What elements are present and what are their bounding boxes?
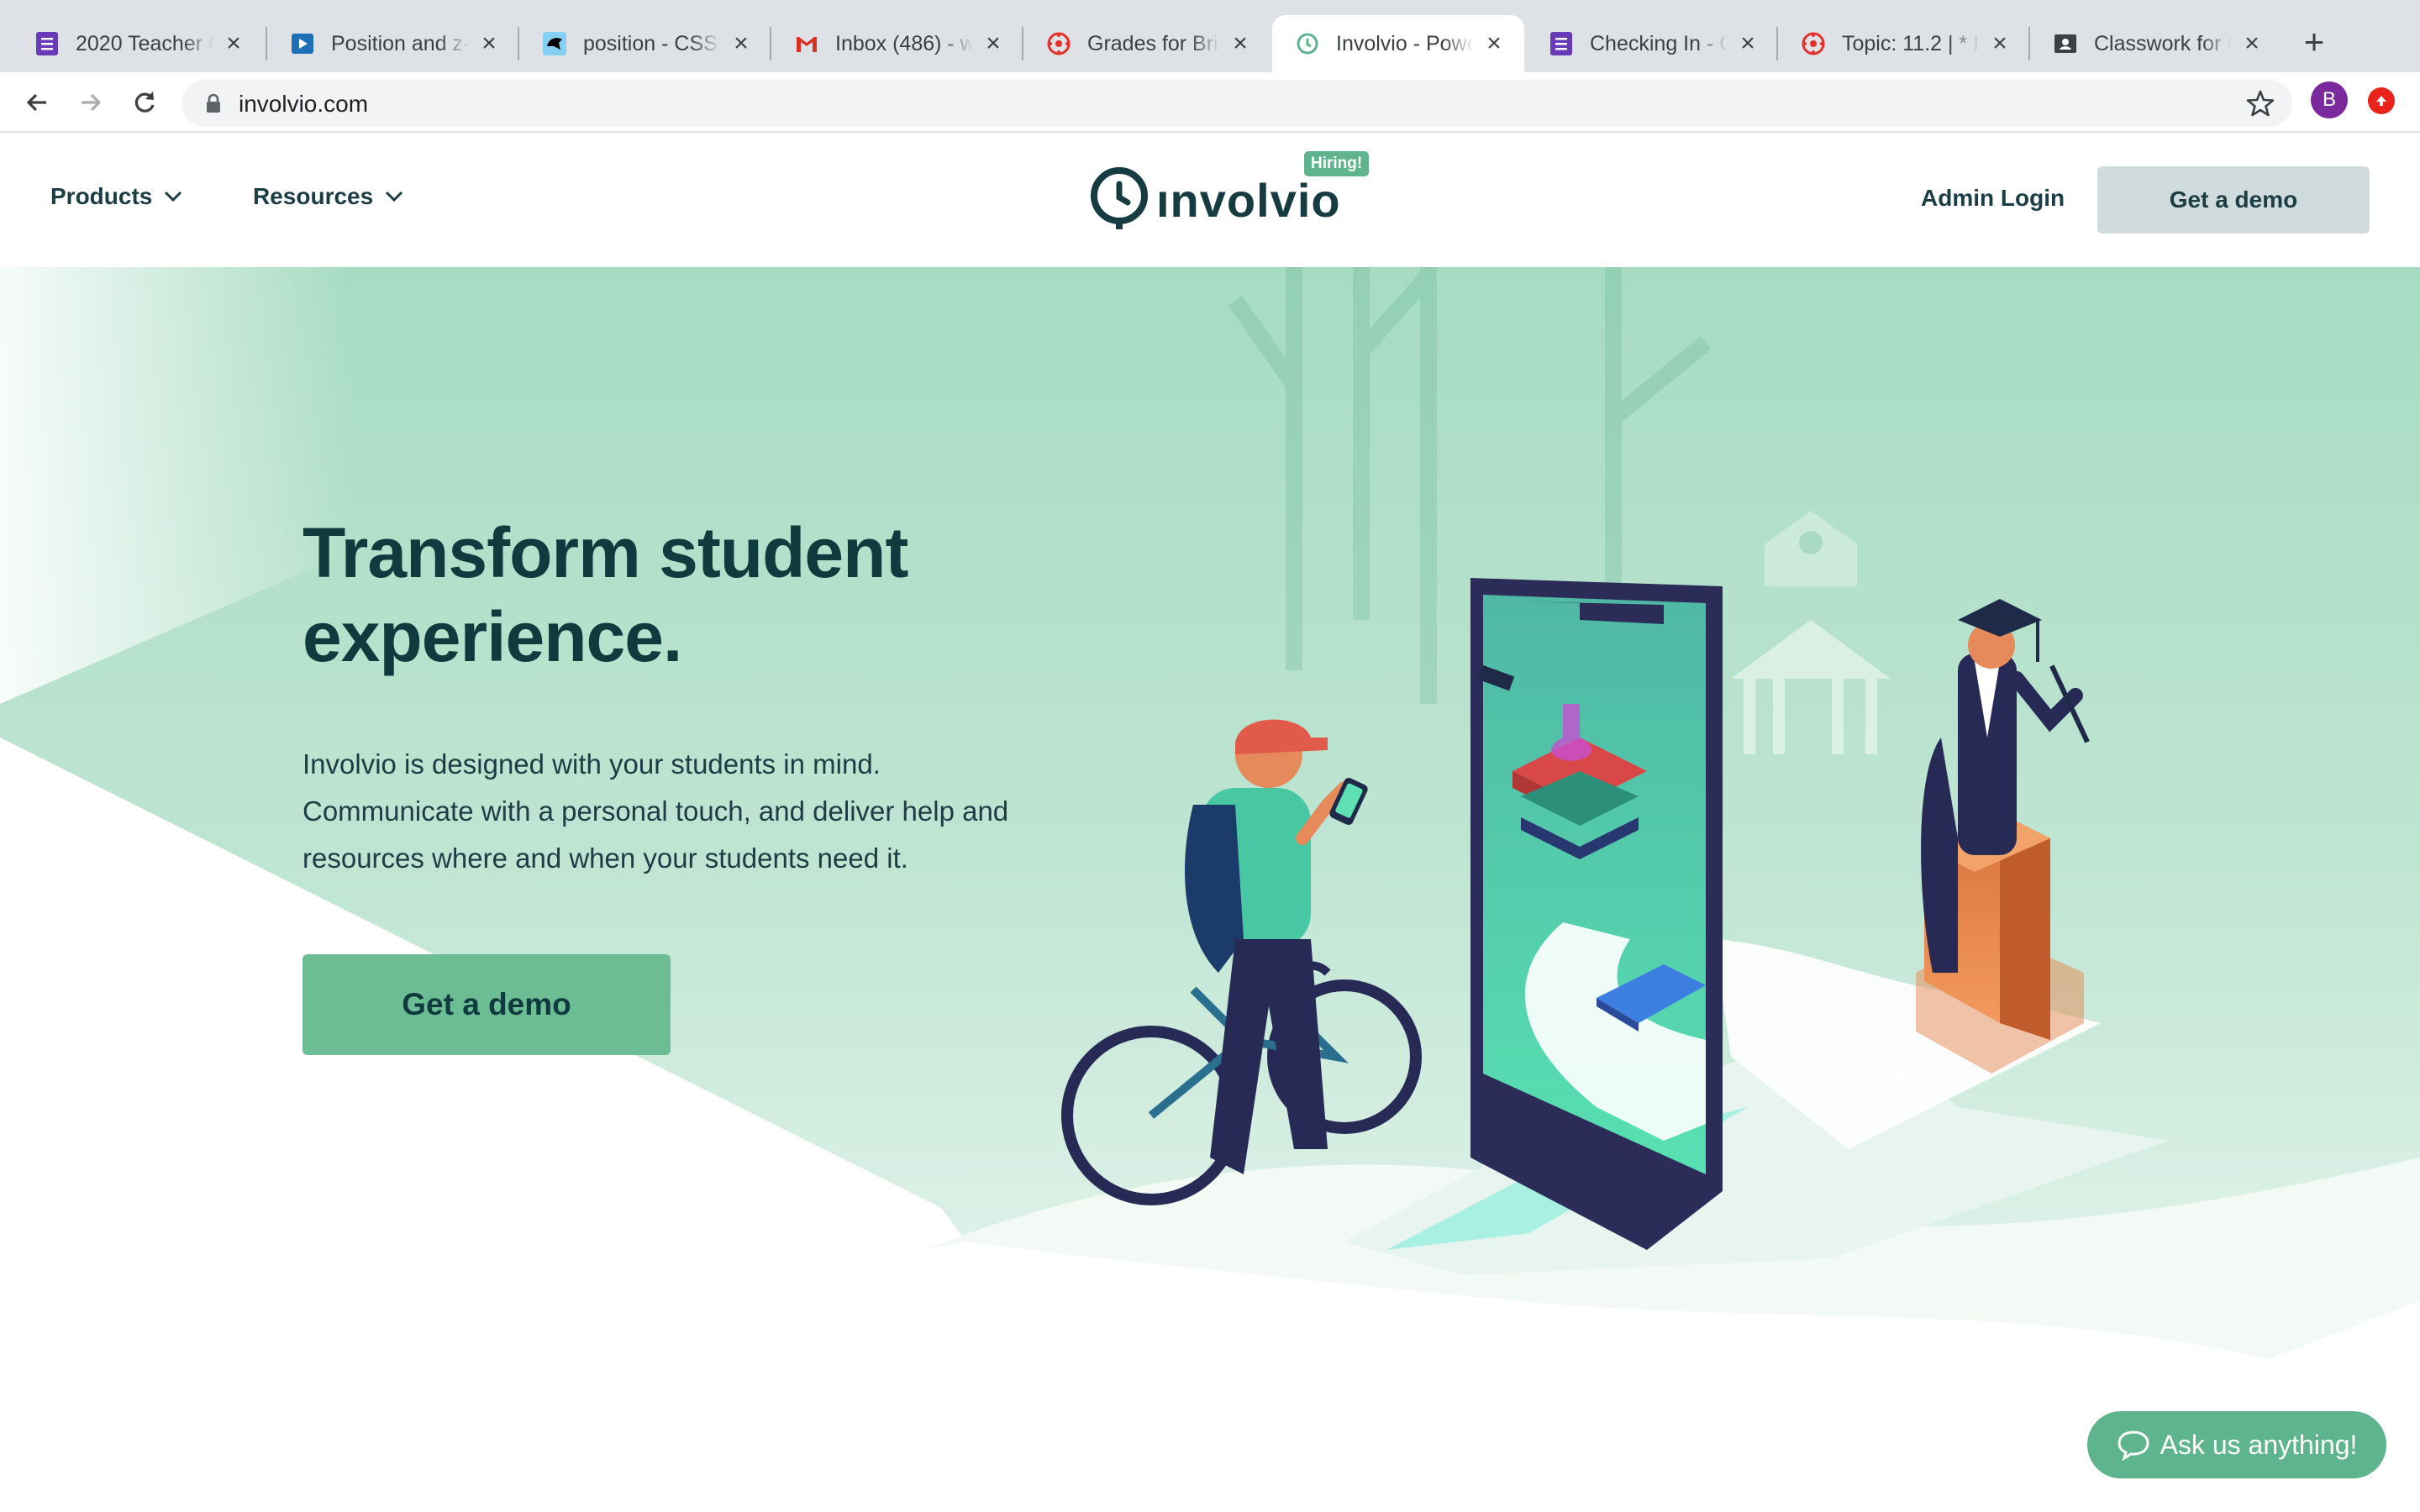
involvio-logo-icon xyxy=(1091,167,1148,229)
building-icon xyxy=(1731,511,1891,754)
new-tab-button[interactable]: + xyxy=(2296,24,2333,62)
profile-avatar[interactable]: B xyxy=(2311,81,2348,118)
lock-icon xyxy=(207,93,220,113)
involvio-logo[interactable]: ınvolvio xyxy=(1091,166,1341,234)
chat-widget-label: Ask us anything! xyxy=(2160,1429,2358,1460)
nav-products[interactable]: Products xyxy=(50,183,182,210)
reload-icon xyxy=(134,92,155,113)
close-tab-icon[interactable]: × xyxy=(2240,29,2264,57)
hero-headline: Transform student experience. xyxy=(302,513,908,676)
site-header: Products Resources ınvolvio Hiring! Admi… xyxy=(0,133,2420,267)
student-on-bike-icon xyxy=(1061,719,1422,1205)
chevron-down-icon xyxy=(165,191,182,202)
tab-title: Topic: 11.2 | * ID xyxy=(1842,31,1980,55)
browser-toolbar: involvio.com xyxy=(0,72,2420,133)
browser-tab-active[interactable]: Involvio - Power × xyxy=(1272,15,1524,72)
canvas-icon xyxy=(1045,30,1072,57)
google-forms-icon xyxy=(1548,30,1575,57)
nav-resources-label: Resources xyxy=(253,183,374,209)
tab-title: Checking In - Google xyxy=(1590,31,1728,55)
admin-login-link[interactable]: Admin Login xyxy=(1921,185,2065,212)
close-tab-icon[interactable]: × xyxy=(1736,29,1760,57)
hero-subtext: Involvio is designed with your students … xyxy=(302,748,1009,874)
browser-tab[interactable]: Position and z-index × xyxy=(267,15,519,72)
gmail-icon xyxy=(793,30,820,57)
update-icon[interactable] xyxy=(2368,87,2395,114)
mdn-icon xyxy=(541,30,568,57)
close-tab-icon[interactable]: × xyxy=(222,29,245,57)
reload-button[interactable] xyxy=(126,84,163,121)
bookmark-star-icon[interactable] xyxy=(2245,88,2275,118)
browser-tab[interactable]: Inbox (486) - w × xyxy=(771,15,1023,72)
browser-tab-strip: 2020 Teacher Checking In × Position and … xyxy=(0,0,2420,72)
canvas-icon xyxy=(1800,30,1827,57)
phone-portal-icon xyxy=(1470,578,1723,1250)
browser-tab[interactable]: Checking In - Google × xyxy=(1526,15,1778,72)
browser-tab[interactable]: 2020 Teacher Checking In × xyxy=(12,15,264,72)
browser-tab[interactable]: Classwork for Class × xyxy=(2030,15,2282,72)
nav-resources[interactable]: Resources xyxy=(253,183,403,210)
tab-title: Involvio - Power xyxy=(1336,31,1474,55)
close-tab-icon[interactable]: × xyxy=(477,29,501,57)
tab-title: Inbox (486) - w xyxy=(835,31,973,55)
tab-title: Position and z-index xyxy=(331,31,469,55)
hero-illustration xyxy=(1061,511,2168,1275)
close-tab-icon[interactable]: × xyxy=(1228,29,1252,57)
close-tab-icon[interactable]: × xyxy=(1482,29,1506,57)
close-tab-icon[interactable]: × xyxy=(981,29,1005,57)
nav-products-label: Products xyxy=(50,183,153,209)
arrow-left-icon xyxy=(26,93,46,112)
browser-tab[interactable]: Grades for Brian × xyxy=(1023,15,1270,72)
close-tab-icon[interactable]: × xyxy=(1988,29,2012,57)
tab-title: position - CSS: Cascading xyxy=(583,31,721,55)
chat-bubble-icon xyxy=(2118,1431,2149,1461)
tab-title: Classwork for Class xyxy=(2094,31,2232,55)
arrow-right-icon xyxy=(82,93,102,112)
header-get-demo-button[interactable]: Get a demo xyxy=(2097,166,2370,234)
hero-get-demo-button[interactable]: Get a demo xyxy=(302,954,671,1055)
chat-widget-button[interactable]: Ask us anything! xyxy=(2087,1411,2386,1478)
video-icon xyxy=(289,30,316,57)
logo-wordmark: ınvolvio xyxy=(1156,173,1341,227)
url-text: involvio.com xyxy=(239,91,369,117)
forward-button[interactable] xyxy=(72,84,109,121)
chevron-down-icon xyxy=(386,191,403,202)
browser-tab[interactable]: position - CSS: Cascading × xyxy=(519,15,771,72)
classroom-icon xyxy=(2052,30,2079,57)
hiring-badge[interactable]: Hiring! xyxy=(1304,151,1370,176)
back-button[interactable] xyxy=(18,84,55,121)
involvio-icon xyxy=(1294,30,1321,57)
google-forms-icon xyxy=(34,30,60,57)
graduate-icon xyxy=(1916,599,2090,1074)
tab-title: Grades for Brian xyxy=(1087,31,1220,55)
close-tab-icon[interactable]: × xyxy=(729,29,753,57)
tab-title: 2020 Teacher Checking In xyxy=(76,31,213,55)
hero-section: Transform student experience. Involvio i… xyxy=(0,267,2420,1512)
browser-tab[interactable]: Topic: 11.2 | * ID × xyxy=(1778,15,2030,72)
address-bar[interactable]: involvio.com xyxy=(182,80,2292,127)
